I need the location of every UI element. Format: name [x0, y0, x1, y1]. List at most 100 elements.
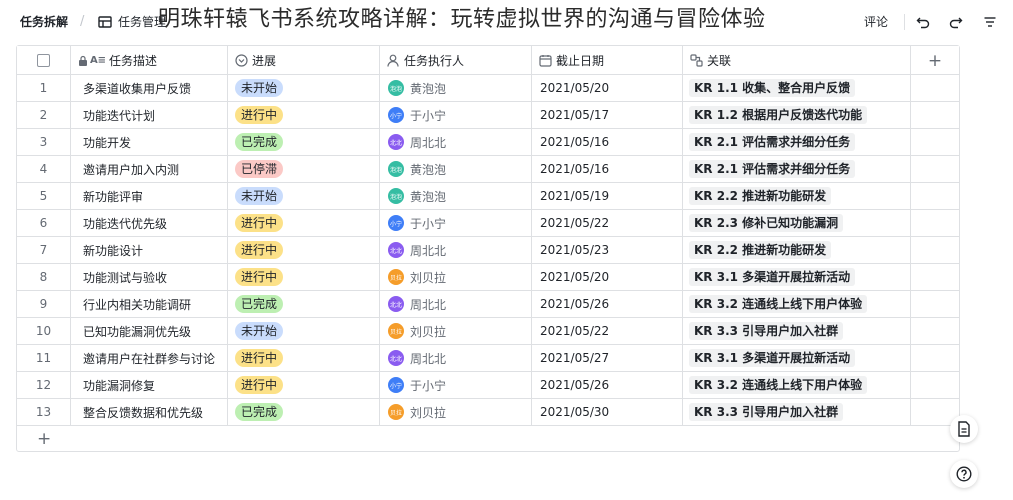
- linked-kr-cell[interactable]: KR 3.2 连通线上线下用户体验: [683, 291, 911, 317]
- table-row[interactable]: 11 邀请用户在社群参与讨论 进行中 北北 周北北 2021/05/27 KR 3.1 多渠…: [17, 345, 959, 372]
- due-date-cell[interactable]: 2021/05/30: [532, 399, 683, 425]
- owner-cell[interactable]: 小宁 于小宁: [380, 102, 532, 128]
- task-description-cell[interactable]: 功能开发: [71, 129, 228, 155]
- owner-cell[interactable]: 北北 周北北: [380, 291, 532, 317]
- task-description-cell[interactable]: 新功能设计: [71, 237, 228, 263]
- owner-cell[interactable]: 泡泡 黄泡泡: [380, 183, 532, 209]
- due-date-cell[interactable]: 2021/05/20: [532, 264, 683, 290]
- progress-cell[interactable]: 已停滞: [228, 156, 380, 182]
- table-row[interactable]: 5 新功能评审 未开始 泡泡 黄泡泡 2021/05/19 KR 2.2 推进新功能研发: [17, 183, 959, 210]
- due-date-cell[interactable]: 2021/05/26: [532, 291, 683, 317]
- avatar: 北北: [388, 242, 404, 258]
- linked-kr-cell[interactable]: KR 2.2 推进新功能研发: [683, 237, 911, 263]
- progress-cell[interactable]: 已完成: [228, 129, 380, 155]
- due-date-cell[interactable]: 2021/05/22: [532, 318, 683, 344]
- progress-cell[interactable]: 已完成: [228, 399, 380, 425]
- table-row[interactable]: 6 功能迭代优先级 进行中 小宁 于小宁 2021/05/22 KR 2.3 修补已知功能漏…: [17, 210, 959, 237]
- task-description-cell[interactable]: 功能测试与验收: [71, 264, 228, 290]
- table-row[interactable]: 7 新功能设计 进行中 北北 周北北 2021/05/23 KR 2.2 推进新功能研发: [17, 237, 959, 264]
- progress-cell[interactable]: 未开始: [228, 75, 380, 101]
- table-row[interactable]: 12 功能漏洞修复 进行中 小宁 于小宁 2021/05/26 KR 3.2 连通线上线下用…: [17, 372, 959, 399]
- task-description-cell[interactable]: 功能迭代优先级: [71, 210, 228, 236]
- document-icon[interactable]: [950, 415, 978, 443]
- linked-kr-cell[interactable]: KR 1.1 收集、整合用户反馈: [683, 75, 911, 101]
- linked-kr-cell[interactable]: KR 2.1 评估需求并细分任务: [683, 129, 911, 155]
- column-header-due[interactable]: 截止日期: [532, 46, 683, 75]
- progress-cell[interactable]: 未开始: [228, 183, 380, 209]
- linked-kr-cell[interactable]: KR 2.1 评估需求并细分任务: [683, 156, 911, 182]
- task-description-cell[interactable]: 整合反馈数据和优先级: [71, 399, 228, 425]
- linked-kr-cell[interactable]: KR 2.2 推进新功能研发: [683, 183, 911, 209]
- column-header-link[interactable]: 关联: [683, 46, 911, 75]
- linked-kr-cell[interactable]: KR 3.1 多渠道开展拉新活动: [683, 345, 911, 371]
- task-description-cell[interactable]: 邀请用户在社群参与讨论: [71, 345, 228, 371]
- due-date-cell[interactable]: 2021/05/19: [532, 183, 683, 209]
- progress-cell[interactable]: 进行中: [228, 102, 380, 128]
- progress-cell[interactable]: 进行中: [228, 210, 380, 236]
- help-icon[interactable]: [950, 460, 978, 488]
- table-row[interactable]: 1 多渠道收集用户反馈 未开始 泡泡 黄泡泡 2021/05/20 KR 1.1 收集、整合…: [17, 75, 959, 102]
- progress-cell[interactable]: 进行中: [228, 372, 380, 398]
- column-header-due-label: 截止日期: [556, 54, 605, 68]
- task-description-cell[interactable]: 功能漏洞修复: [71, 372, 228, 398]
- linked-kr-cell[interactable]: KR 3.1 多渠道开展拉新活动: [683, 264, 911, 290]
- add-row-button[interactable]: +: [17, 427, 959, 451]
- owner-cell[interactable]: 北北 周北北: [380, 237, 532, 263]
- owner-cell[interactable]: 泡泡 黄泡泡: [380, 156, 532, 182]
- due-date-cell[interactable]: 2021/05/20: [532, 75, 683, 101]
- add-column-button[interactable]: +: [911, 46, 959, 75]
- due-date-cell[interactable]: 2021/05/26: [532, 372, 683, 398]
- progress-cell[interactable]: 进行中: [228, 345, 380, 371]
- progress-cell[interactable]: 进行中: [228, 264, 380, 290]
- linked-kr-cell[interactable]: KR 1.2 根据用户反馈迭代功能: [683, 102, 911, 128]
- progress-cell[interactable]: 进行中: [228, 237, 380, 263]
- due-date-cell[interactable]: 2021/05/23: [532, 237, 683, 263]
- owner-cell[interactable]: 北北 周北北: [380, 345, 532, 371]
- select-all-checkbox[interactable]: [37, 54, 50, 67]
- table-row[interactable]: 4 邀请用户加入内测 已停滞 泡泡 黄泡泡 2021/05/16 KR 2.1 评估需求并细…: [17, 156, 959, 183]
- due-date-cell[interactable]: 2021/05/27: [532, 345, 683, 371]
- tab-task-breakdown[interactable]: 任务拆解: [20, 14, 68, 30]
- due-date-cell[interactable]: 2021/05/22: [532, 210, 683, 236]
- owner-cell[interactable]: 北北 周北北: [380, 129, 532, 155]
- task-description-cell[interactable]: 已知功能漏洞优先级: [71, 318, 228, 344]
- owner-cell[interactable]: 小宁 于小宁: [380, 210, 532, 236]
- task-description-cell[interactable]: 行业内相关功能调研: [71, 291, 228, 317]
- redo-icon[interactable]: [946, 12, 966, 32]
- owner-cell[interactable]: 贝拉 刘贝拉: [380, 264, 532, 290]
- task-description-cell[interactable]: 邀请用户加入内测: [71, 156, 228, 182]
- linked-kr-cell[interactable]: KR 3.3 引导用户加入社群: [683, 399, 911, 425]
- column-header-progress[interactable]: 进展: [228, 46, 380, 75]
- table-row[interactable]: 13 整合反馈数据和优先级 已完成 贝拉 刘贝拉 2021/05/30 KR 3.3 引导用…: [17, 399, 959, 426]
- filter-sort-icon[interactable]: [980, 12, 1000, 32]
- task-description-cell[interactable]: 功能迭代计划: [71, 102, 228, 128]
- owner-name: 周北北: [410, 297, 447, 312]
- linked-kr-tag: KR 3.1 多渠道开展拉新活动: [689, 349, 856, 367]
- linked-kr-cell[interactable]: KR 2.3 修补已知功能漏洞: [683, 210, 911, 236]
- linked-kr-cell[interactable]: KR 3.3 引导用户加入社群: [683, 318, 911, 344]
- comment-button[interactable]: 评论: [864, 14, 888, 30]
- linked-kr-cell[interactable]: KR 3.2 连通线上线下用户体验: [683, 372, 911, 398]
- task-description-cell[interactable]: 多渠道收集用户反馈: [71, 75, 228, 101]
- linked-kr-tag: KR 2.2 推进新功能研发: [689, 187, 832, 205]
- owner-cell[interactable]: 小宁 于小宁: [380, 372, 532, 398]
- owner-cell[interactable]: 贝拉 刘贝拉: [380, 399, 532, 425]
- table-row[interactable]: 10 已知功能漏洞优先级 未开始 贝拉 刘贝拉 2021/05/22 KR 3.3 引导用户…: [17, 318, 959, 345]
- column-header-task[interactable]: A≡ 任务描述: [71, 46, 228, 75]
- owner-cell[interactable]: 泡泡 黄泡泡: [380, 75, 532, 101]
- undo-icon[interactable]: [913, 12, 933, 32]
- due-date-cell[interactable]: 2021/05/16: [532, 129, 683, 155]
- linked-kr-tag: KR 3.2 连通线上线下用户体验: [689, 295, 868, 313]
- table-row[interactable]: 3 功能开发 已完成 北北 周北北 2021/05/16 KR 2.1 评估需求并细分任务: [17, 129, 959, 156]
- header-select-all[interactable]: [17, 46, 71, 75]
- table-row[interactable]: 9 行业内相关功能调研 已完成 北北 周北北 2021/05/26 KR 3.2 连通线上线…: [17, 291, 959, 318]
- table-row[interactable]: 2 功能迭代计划 进行中 小宁 于小宁 2021/05/17 KR 1.2 根据用户反馈迭代…: [17, 102, 959, 129]
- progress-cell[interactable]: 已完成: [228, 291, 380, 317]
- column-header-owner[interactable]: 任务执行人: [380, 46, 532, 75]
- table-row[interactable]: 8 功能测试与验收 进行中 贝拉 刘贝拉 2021/05/20 KR 3.1 多渠道开展拉新…: [17, 264, 959, 291]
- owner-cell[interactable]: 贝拉 刘贝拉: [380, 318, 532, 344]
- progress-cell[interactable]: 未开始: [228, 318, 380, 344]
- due-date-cell[interactable]: 2021/05/16: [532, 156, 683, 182]
- due-date-cell[interactable]: 2021/05/17: [532, 102, 683, 128]
- task-description-cell[interactable]: 新功能评审: [71, 183, 228, 209]
